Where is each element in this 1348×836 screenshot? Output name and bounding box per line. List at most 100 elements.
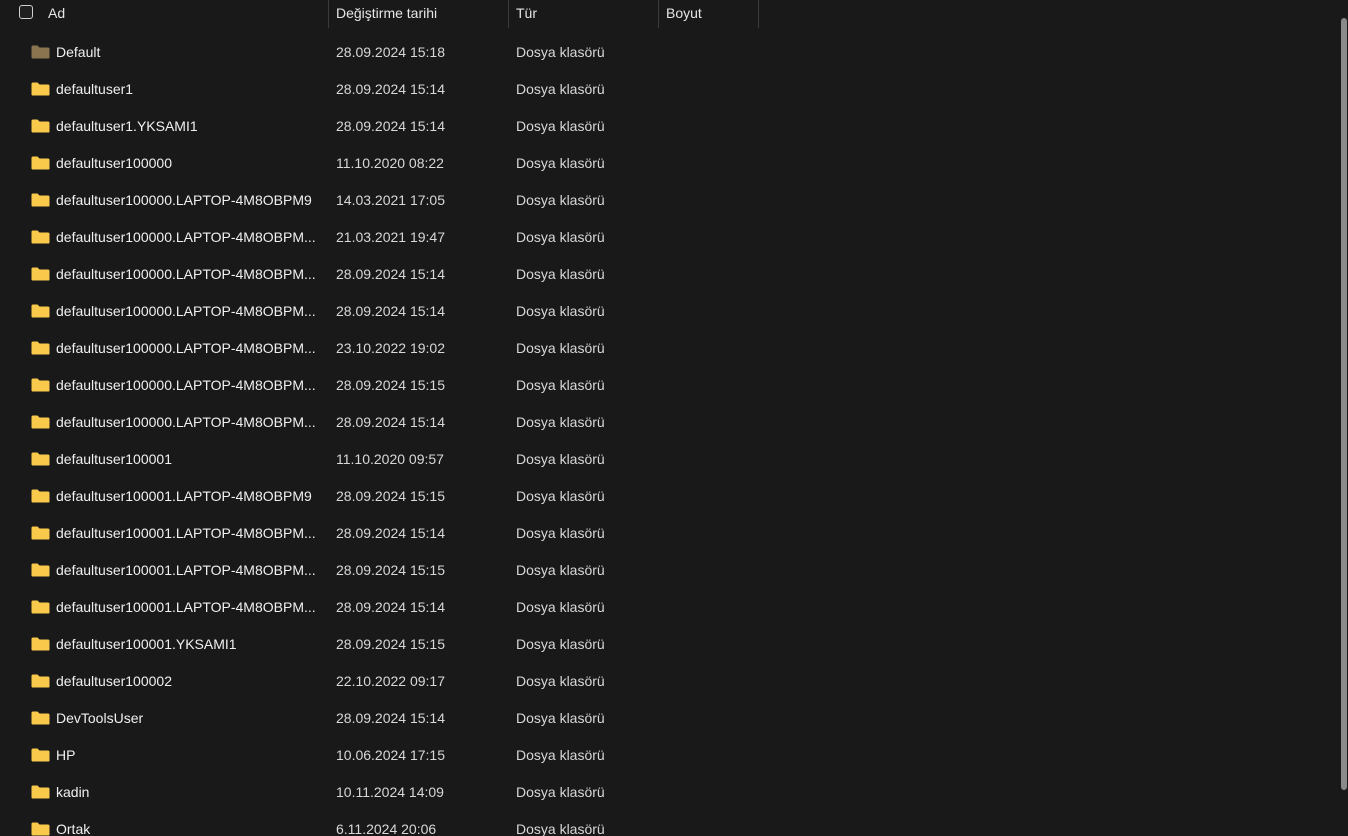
folder-icon [31,156,50,170]
select-all-checkbox[interactable] [19,5,33,19]
file-name[interactable]: defaultuser100000.LAPTOP-4M8OBPM... [56,404,320,441]
modified-date: 10.11.2024 14:09 [336,784,444,800]
file-list-row[interactable]: defaultuser100001.LAPTOP-4M8OBPM... 28.09… [0,552,1340,589]
vertical-scrollbar[interactable] [1340,0,1348,836]
file-name[interactable]: defaultuser100000.LAPTOP-4M8OBPM... [56,293,320,330]
column-header-date[interactable]: Değiştirme tarihi [336,0,508,28]
column-header-size[interactable]: Boyut [666,0,758,28]
file-name[interactable]: kadin [56,774,320,811]
file-type: Dosya klasörü [516,44,605,60]
file-list-row[interactable]: defaultuser100001.LAPTOP-4M8OBPM9 28.09.2… [0,478,1340,515]
file-type: Dosya klasörü [516,636,605,652]
file-name[interactable]: defaultuser100001.LAPTOP-4M8OBPM... [56,589,320,626]
file-list-row[interactable]: defaultuser1 28.09.2024 15:14 Dosya klasör… [0,71,1340,108]
column-header-name[interactable]: Ad [48,0,328,28]
file-list-row[interactable]: defaultuser100001 11.10.2020 09:57 Dosya k… [0,441,1340,478]
folder-icon [31,563,50,577]
file-list-row[interactable]: Default 28.09.2024 15:18 Dosya klasörü [0,34,1340,71]
file-name[interactable]: defaultuser100002 [56,663,320,700]
file-name[interactable]: Ortak [56,811,320,836]
folder-icon [31,526,50,540]
modified-date: 28.09.2024 15:14 [336,81,445,97]
modified-date: 28.09.2024 15:15 [336,562,445,578]
column-divider[interactable] [658,0,659,28]
file-list-row[interactable]: defaultuser100001.LAPTOP-4M8OBPM... 28.09… [0,589,1340,626]
file-list-row[interactable]: defaultuser100001.LAPTOP-4M8OBPM... 28.09… [0,515,1340,552]
folder-icon [31,193,50,207]
file-type: Dosya klasörü [516,414,605,430]
file-name[interactable]: HP [56,737,320,774]
file-name[interactable]: defaultuser100001.LAPTOP-4M8OBPM... [56,515,320,552]
file-name[interactable]: defaultuser100000.LAPTOP-4M8OBPM... [56,219,320,256]
folder-icon [31,452,50,466]
file-name[interactable]: defaultuser100000.LAPTOP-4M8OBPM9 [56,182,320,219]
file-list-row[interactable]: defaultuser100000.LAPTOP-4M8OBPM9 14.03.2… [0,182,1340,219]
file-name[interactable]: DevToolsUser [56,700,320,737]
folder-icon [31,341,50,355]
file-type: Dosya klasörü [516,377,605,393]
file-name[interactable]: defaultuser100000.LAPTOP-4M8OBPM... [56,330,320,367]
file-list-row[interactable]: defaultuser100000.LAPTOP-4M8OBPM... 23.10… [0,330,1340,367]
file-list-row[interactable]: defaultuser100000.LAPTOP-4M8OBPM... 28.09… [0,404,1340,441]
file-list: Default 28.09.2024 15:18 Dosya klasörü defa… [0,34,1340,836]
file-type: Dosya klasörü [516,81,605,97]
file-type: Dosya klasörü [516,784,605,800]
modified-date: 28.09.2024 15:14 [336,525,445,541]
column-divider[interactable] [508,0,509,28]
file-list-row[interactable]: defaultuser100002 22.10.2022 09:17 Dosya k… [0,663,1340,700]
modified-date: 28.09.2024 15:14 [336,303,445,319]
folder-icon [31,82,50,96]
file-name[interactable]: defaultuser100001.LAPTOP-4M8OBPM9 [56,478,320,515]
folder-icon [31,267,50,281]
file-type: Dosya klasörü [516,340,605,356]
file-name[interactable]: defaultuser100000.LAPTOP-4M8OBPM... [56,367,320,404]
column-divider[interactable] [758,0,759,28]
file-list-row[interactable]: defaultuser100001.YKSAMI1 28.09.2024 15:1… [0,626,1340,663]
modified-date: 11.10.2020 09:57 [336,451,444,467]
file-list-row[interactable]: DevToolsUser 28.09.2024 15:14 Dosya klasör… [0,700,1340,737]
modified-date: 21.03.2021 19:47 [336,229,445,245]
file-type: Dosya klasörü [516,599,605,615]
file-name[interactable]: defaultuser100001 [56,441,320,478]
file-list-row[interactable]: Ortak 6.11.2024 20:06 Dosya klasörü [0,811,1340,836]
column-divider[interactable] [328,0,329,28]
file-type: Dosya klasörü [516,451,605,467]
folder-icon [31,600,50,614]
column-header-bar: ^ Ad Değiştirme tarihi Tür Boyut [0,0,1340,28]
file-list-row[interactable]: defaultuser100000.LAPTOP-4M8OBPM... 21.03… [0,219,1340,256]
file-type: Dosya klasörü [516,710,605,726]
folder-icon [31,785,50,799]
modified-date: 28.09.2024 15:14 [336,710,445,726]
modified-date: 14.03.2021 17:05 [336,192,445,208]
folder-icon [31,45,50,59]
file-name[interactable]: defaultuser1.YKSAMI1 [56,108,320,145]
column-header-type[interactable]: Tür [516,0,658,28]
folder-icon [31,674,50,688]
modified-date: 28.09.2024 15:14 [336,118,445,134]
modified-date: 11.10.2020 08:22 [336,155,444,171]
file-list-row[interactable]: defaultuser1.YKSAMI1 28.09.2024 15:14 Dosy… [0,108,1340,145]
file-type: Dosya klasörü [516,673,605,689]
modified-date: 28.09.2024 15:14 [336,599,445,615]
file-type: Dosya klasörü [516,192,605,208]
file-name[interactable]: defaultuser100001.LAPTOP-4M8OBPM... [56,552,320,589]
file-list-row[interactable]: defaultuser100000.LAPTOP-4M8OBPM... 28.09… [0,256,1340,293]
modified-date: 23.10.2022 19:02 [336,340,445,356]
file-name[interactable]: defaultuser1 [56,71,320,108]
file-list-row[interactable]: defaultuser100000.LAPTOP-4M8OBPM... 28.09… [0,367,1340,404]
modified-date: 28.09.2024 15:18 [336,44,445,60]
file-type: Dosya klasörü [516,155,605,171]
file-name[interactable]: defaultuser100000.LAPTOP-4M8OBPM... [56,256,320,293]
file-list-row[interactable]: HP 10.06.2024 17:15 Dosya klasörü [0,737,1340,774]
folder-icon [31,711,50,725]
folder-icon [31,748,50,762]
file-name[interactable]: defaultuser100000 [56,145,320,182]
file-type: Dosya klasörü [516,562,605,578]
file-type: Dosya klasörü [516,118,605,134]
file-list-row[interactable]: kadin 10.11.2024 14:09 Dosya klasörü [0,774,1340,811]
file-name[interactable]: defaultuser100001.YKSAMI1 [56,626,320,663]
file-list-row[interactable]: defaultuser100000 11.10.2020 08:22 Dosya k… [0,145,1340,182]
file-name[interactable]: Default [56,34,320,71]
file-list-row[interactable]: defaultuser100000.LAPTOP-4M8OBPM... 28.09… [0,293,1340,330]
scrollbar-thumb[interactable] [1341,18,1347,790]
